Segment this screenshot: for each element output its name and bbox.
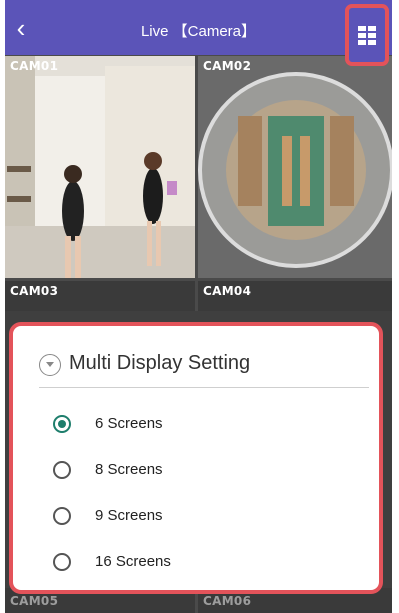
camera-label: CAM04 (203, 284, 252, 298)
radio-icon[interactable] (53, 461, 71, 479)
grid-layout-icon (358, 25, 376, 45)
live-camera-screen: ‹ Live 【Camera】 CAM01 CAM02 CAM03 CAM04 … (5, 0, 392, 613)
option-label: 8 Screens (95, 461, 163, 478)
option-6-screens[interactable]: 6 Screens (53, 412, 353, 438)
back-chevron-icon[interactable]: ‹ (9, 14, 33, 42)
option-16-screens[interactable]: 16 Screens (53, 550, 353, 576)
radio-selected-icon[interactable] (53, 415, 71, 433)
camera-tile-cam04[interactable]: CAM04 (198, 281, 392, 311)
camera-feed-image (198, 56, 392, 278)
camera-label: CAM01 (10, 59, 59, 73)
option-label: 9 Screens (95, 507, 163, 524)
camera-label: CAM06 (203, 594, 252, 608)
camera-label: CAM02 (203, 59, 252, 73)
camera-feed-image (5, 56, 195, 278)
title-bar: ‹ Live 【Camera】 (5, 0, 392, 55)
chevron-down-circle-icon (39, 354, 61, 376)
camera-label: CAM05 (10, 594, 59, 608)
multi-display-dialog: Multi Display Setting 6 Screens 8 Screen… (9, 322, 383, 594)
camera-tile-cam01[interactable]: CAM01 (5, 56, 195, 278)
camera-label: CAM03 (10, 284, 59, 298)
dialog-header: Multi Display Setting (39, 348, 369, 388)
camera-tile-cam03[interactable]: CAM03 (5, 281, 195, 311)
option-label: 6 Screens (95, 415, 163, 432)
option-8-screens[interactable]: 8 Screens (53, 458, 353, 484)
grid-layout-button[interactable] (345, 4, 389, 66)
page-title: Live 【Camera】 (140, 23, 257, 40)
radio-icon[interactable] (53, 553, 71, 571)
option-label: 16 Screens (95, 553, 171, 570)
camera-tile-cam02[interactable]: CAM02 (198, 56, 392, 278)
radio-icon[interactable] (53, 507, 71, 525)
option-9-screens[interactable]: 9 Screens (53, 504, 353, 530)
dialog-title: Multi Display Setting (69, 352, 251, 374)
